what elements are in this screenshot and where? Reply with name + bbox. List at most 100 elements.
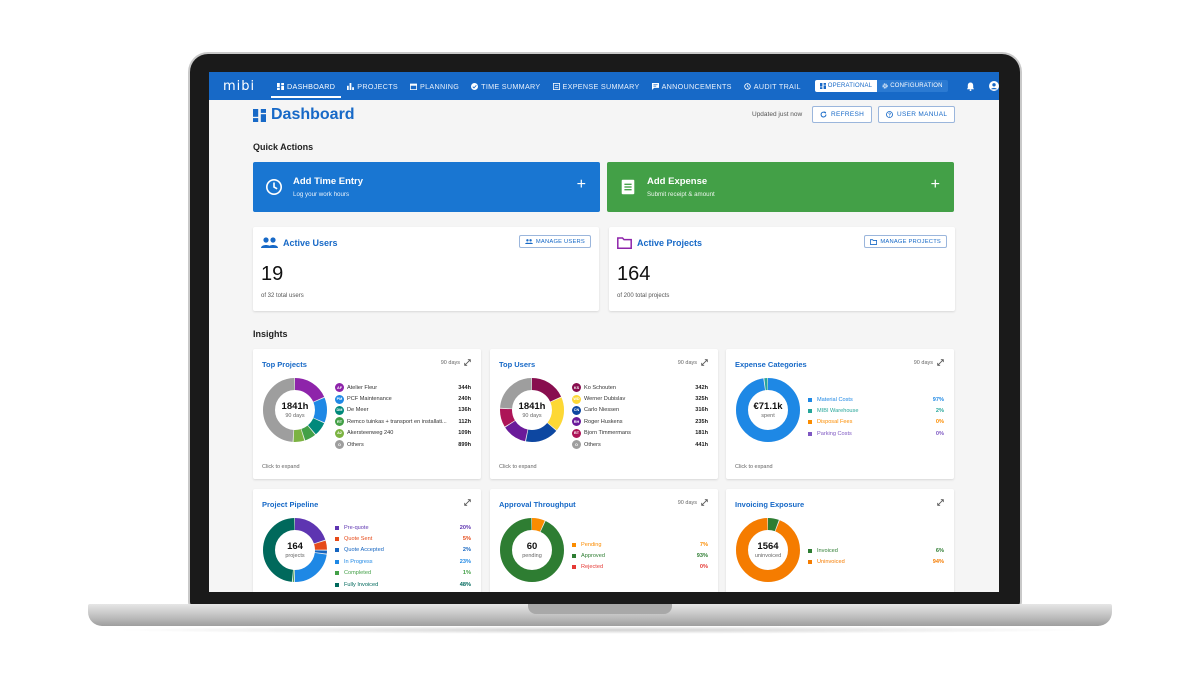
legend-swatch [808, 409, 812, 414]
avatar: O [572, 440, 581, 450]
donut-label: projects [285, 553, 305, 559]
legend-row: Parking Costs 0% [808, 428, 944, 439]
manage-projects-button[interactable]: MANAGE PROJECTS [864, 235, 947, 248]
active-projects-total: of 200 total projects [617, 293, 670, 299]
legend-value: 112h [458, 418, 471, 425]
legend-row: KS Ko Schouten 342h [572, 382, 708, 393]
legend-label: Quote Accepted [344, 547, 384, 554]
account-icon[interactable] [988, 81, 999, 91]
expand-icon[interactable] [701, 499, 708, 506]
days-label: 90 days [677, 359, 697, 366]
range-label: 90 days [914, 359, 944, 366]
top-projects-title: Top Projects [262, 360, 307, 369]
project-pipeline-card[interactable]: Project Pipeline 164 projects Pre-quote 2… [253, 489, 481, 592]
legend-value: 181h [695, 430, 708, 437]
legend-label: Quote Sent [344, 536, 373, 543]
avatar: CN [572, 405, 581, 415]
approval-throughput-card[interactable]: Approval Throughput 90 days 60 pending P… [490, 489, 718, 592]
avatar: PM [335, 394, 344, 404]
legend-value: 1% [462, 570, 471, 577]
nav-label: Planning [419, 81, 460, 91]
configuration-toggle[interactable]: CONFIGURATION [877, 80, 948, 92]
legend-value: 109h [458, 430, 471, 437]
expand-icon[interactable] [937, 359, 944, 366]
add-time-entry-card[interactable]: Add Time Entry Log your work hours + [253, 162, 600, 212]
calendar-icon [409, 83, 417, 90]
expand-icon[interactable] [701, 359, 708, 366]
legend-row: Quote Accepted 2% [335, 545, 471, 556]
manage-projects-label: MANAGE PROJECTS [880, 238, 941, 245]
nav-audit-trail[interactable]: Audit Trail [738, 72, 807, 100]
nav-planning[interactable]: Planning [404, 72, 465, 100]
legend-swatch [808, 560, 812, 565]
legend-value: 342h [695, 384, 708, 391]
legend-label: Completed [344, 570, 372, 577]
range-label: 90 days [678, 359, 708, 366]
donut-center: 1841h 90 days [499, 377, 565, 443]
expand-icon[interactable] [464, 499, 471, 506]
operational-toggle[interactable]: OPERATIONAL [814, 80, 878, 92]
chat-icon [651, 82, 659, 90]
expand-icon[interactable] [464, 359, 471, 366]
laptop-notch [528, 604, 672, 614]
legend-value: 316h [695, 407, 708, 414]
donut-center: 60 pending [499, 517, 565, 583]
legend-value: 93% [696, 553, 708, 560]
manage-users-button[interactable]: MANAGE USERS [518, 235, 591, 248]
project-pipeline-legend: Pre-quote 20% Quote Sent 5% Quote Accepted 2%… [335, 522, 471, 590]
laptop-shadow [110, 626, 1090, 634]
active-projects-card: Active Projects MANAGE PROJECTS 164 of 2… [609, 227, 955, 311]
add-time-entry-title: Add Time Entry [293, 176, 364, 187]
expense-categories-card[interactable]: Expense Categories 90 days €71.1k spent … [726, 349, 954, 479]
legend-swatch [335, 582, 339, 587]
avatar: RT [335, 417, 344, 427]
legend-value: 97% [932, 396, 944, 403]
top-users-card[interactable]: Top Users 90 days 1841h 90 days KS Ko Sch… [490, 349, 718, 479]
users-icon [525, 239, 533, 244]
avatar: BT [572, 428, 581, 438]
legend-row: O Others 441h [572, 439, 708, 450]
app-logo[interactable]: mibi [223, 79, 271, 94]
legend-label: PCF Maintenance [347, 396, 392, 403]
nav-dashboard[interactable]: Dashboard [271, 76, 342, 98]
nav-time-summary[interactable]: Time Summary [465, 72, 546, 100]
project-pipeline-title: Project Pipeline [262, 500, 319, 509]
donut-center: 1564 uninvoiced [735, 517, 801, 583]
insights-title: Insights [253, 329, 288, 339]
folder-icon [617, 237, 632, 249]
nav-projects[interactable]: Projects [341, 72, 404, 100]
legend-swatch [808, 420, 812, 425]
bell-icon[interactable] [966, 81, 975, 91]
donut-center: €71.1k spent [735, 377, 801, 443]
legend-value: 48% [459, 581, 471, 588]
refresh-button[interactable]: REFRESH [812, 106, 873, 123]
active-users-title: Active Users [283, 237, 338, 248]
approval-throughput-legend: Pending 7% Approved 93% Rejected 0% [572, 539, 708, 573]
legend-row: Uninvoiced 94% [808, 556, 944, 567]
user-manual-button[interactable]: USER MANUAL [878, 106, 956, 123]
donut-label: 90 days [522, 413, 542, 419]
legend-row: In Progress 23% [335, 556, 471, 567]
legend-label: Remco tuinkas + transport en installati.… [347, 418, 447, 425]
legend-label: Others [347, 441, 364, 448]
add-expense-title: Add Expense [647, 176, 708, 187]
invoicing-exposure-card[interactable]: Invoicing Exposure 1564 uninvoiced Invoi… [726, 489, 954, 592]
legend-label: Roger Huskens [584, 418, 623, 425]
legend-row: Material Costs 97% [808, 394, 944, 405]
legend-row: Rejected 0% [572, 562, 708, 573]
nav-expense-summary[interactable]: Expense Summary [547, 72, 646, 100]
legend-row: AF Atelier Fleur 344h [335, 382, 471, 393]
top-projects-card[interactable]: Top Projects 90 days 1841h 90 days AF Ate… [253, 349, 481, 479]
range-label [937, 499, 944, 506]
expand-icon[interactable] [937, 499, 944, 506]
plus-icon: + [576, 176, 586, 193]
legend-label: Fully Invoiced [344, 581, 379, 588]
donut-center: 164 projects [262, 517, 328, 583]
active-projects-header: Active Projects [617, 237, 702, 249]
add-expense-card[interactable]: Add Expense Submit receipt & amount + [607, 162, 954, 212]
clock-icon [265, 178, 283, 196]
legend-row: Disposal Fees 0% [808, 417, 944, 428]
history-icon [744, 82, 751, 90]
legend-value: 0% [935, 430, 944, 437]
nav-announcements[interactable]: Announcements [646, 72, 738, 100]
